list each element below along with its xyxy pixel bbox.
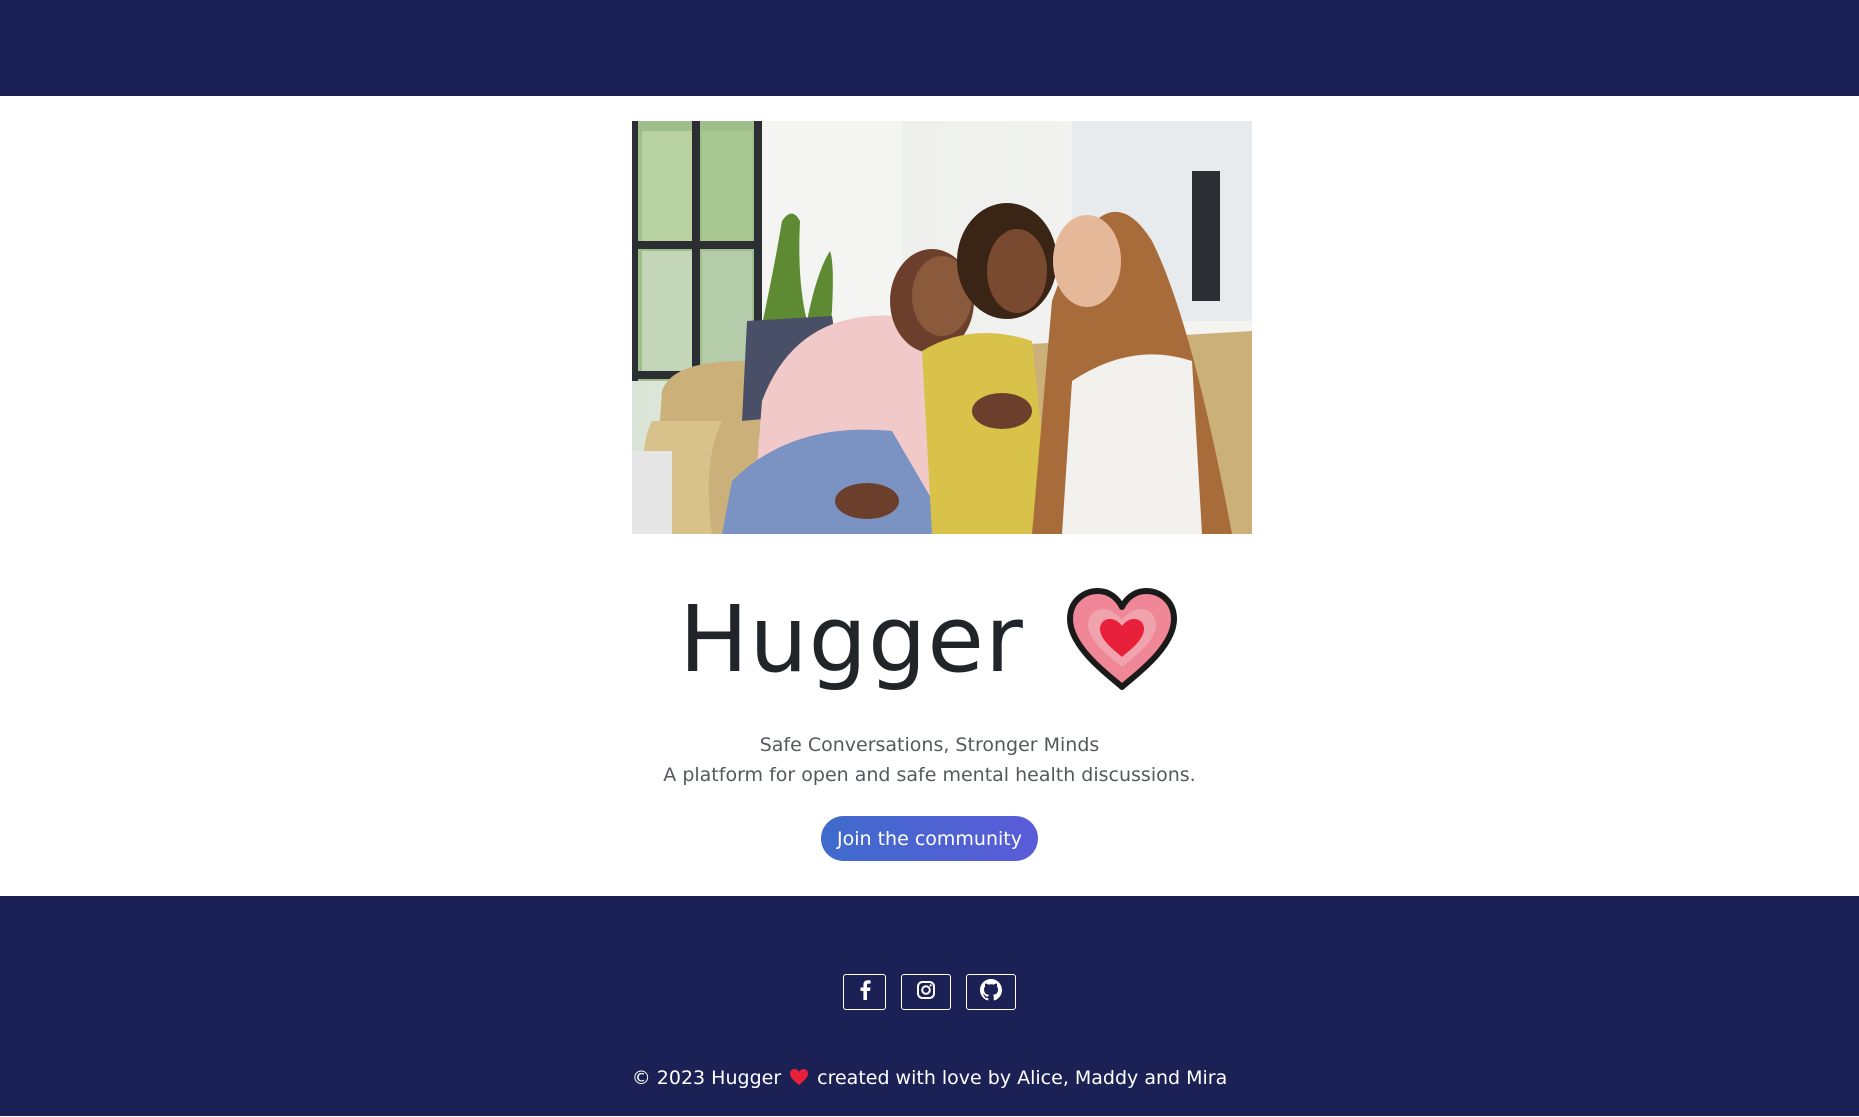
heart-icon: [1064, 587, 1180, 693]
top-navbar: [0, 0, 1859, 96]
tagline-line-1: Safe Conversations, Stronger Minds: [759, 734, 1100, 756]
copyright-suffix: created with love by Alice, Maddy and Mi…: [817, 1067, 1228, 1089]
facebook-link[interactable]: [843, 974, 886, 1010]
social-links: [0, 974, 1859, 1010]
page-title: Hugger: [679, 586, 1024, 693]
brand-heading: Hugger: [0, 585, 1859, 695]
github-icon: [980, 979, 1002, 1005]
hero-image: [632, 121, 1252, 534]
join-community-button[interactable]: Join the community: [821, 816, 1038, 861]
copyright-prefix: © 2023 Hugger: [631, 1067, 782, 1089]
footer: © 2023 Hugger created with love by Alice,…: [0, 896, 1859, 1116]
github-link[interactable]: [966, 974, 1016, 1010]
facebook-icon: [858, 980, 872, 1004]
heart-icon: [789, 1068, 809, 1086]
tagline-line-2: A platform for open and safe mental heal…: [663, 764, 1196, 786]
tagline: Safe Conversations, Stronger Minds A pla…: [0, 730, 1859, 790]
instagram-link[interactable]: [901, 974, 951, 1010]
instagram-icon: [916, 980, 936, 1004]
copyright: © 2023 Hugger created with love by Alice,…: [0, 1066, 1859, 1090]
